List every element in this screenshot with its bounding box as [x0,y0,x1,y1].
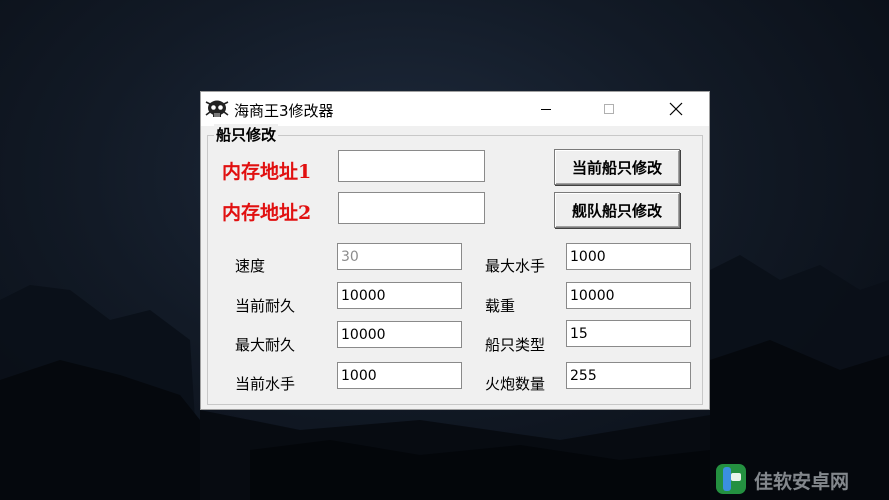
cannons-input[interactable] [566,362,691,389]
cargo-input[interactable] [566,282,691,309]
current-sailors-input[interactable] [337,362,462,389]
title-bar[interactable]: 海商王3修改器 [201,92,709,126]
ship-type-input[interactable] [566,320,691,347]
close-button[interactable] [653,92,699,126]
watermark-text: 佳软安卓网 [754,471,850,493]
memory-address-2-input[interactable] [338,192,485,224]
modify-fleet-ship-button[interactable]: 舰队船只修改 [554,192,680,228]
memory-address-2-label: 内存地址2 [222,202,312,224]
memory-address-1-input[interactable] [338,150,485,182]
speed-label: 速度 [235,257,266,275]
max-durability-input[interactable] [337,321,462,348]
maximize-icon [604,104,614,114]
window-title: 海商王3修改器 [234,102,334,120]
max-sailors-input[interactable] [566,243,691,270]
minimize-icon [541,109,551,110]
max-sailors-label: 最大水手 [485,257,546,275]
trainer-window: 海商王3修改器 船只修改 内存地址1 内存地址2 当前船只修改 舰队船只修改 速… [200,91,710,410]
current-durability-label: 当前耐久 [235,297,296,315]
memory-address-1-label: 内存地址1 [222,161,312,183]
skull-icon [205,100,229,117]
speed-input[interactable] [337,243,462,270]
ship-type-label: 船只类型 [485,336,546,354]
site-logo-icon [716,464,746,494]
cargo-label: 载重 [485,297,516,315]
maximize-button[interactable] [586,92,632,126]
current-sailors-label: 当前水手 [235,375,296,393]
current-durability-input[interactable] [337,282,462,309]
max-durability-label: 最大耐久 [235,336,296,354]
cannons-label: 火炮数量 [485,375,546,393]
groupbox-title: 船只修改 [214,124,279,145]
modify-current-ship-button[interactable]: 当前船只修改 [554,149,680,185]
close-icon [669,102,683,116]
minimize-button[interactable] [523,92,569,126]
